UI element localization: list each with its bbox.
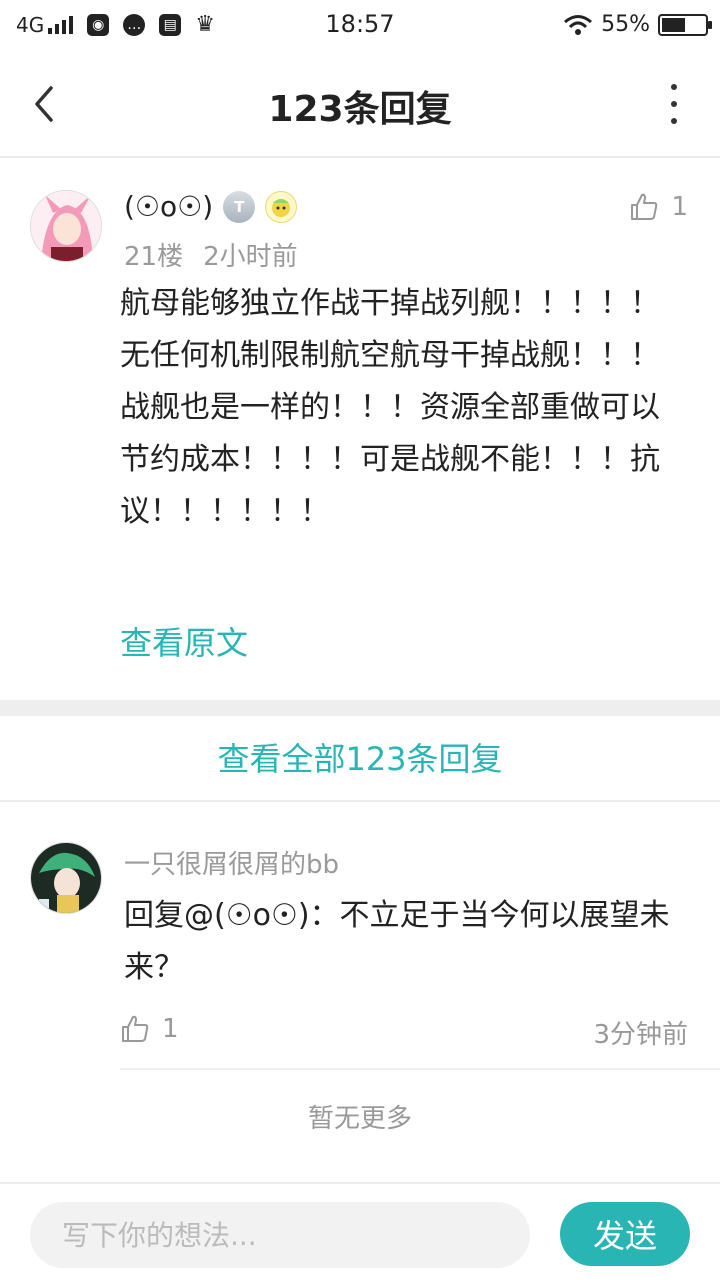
reply-time: 3分钟前 (593, 1020, 688, 1050)
avatar[interactable] (30, 190, 102, 262)
view-original-link[interactable]: 查看原文 (120, 618, 248, 664)
comment-composer: 发送 (0, 1182, 720, 1280)
view-all-replies-link[interactable]: 查看全部123条回复 (0, 716, 720, 802)
thumbs-up-icon (122, 1015, 149, 1042)
more-options-button[interactable] (668, 84, 680, 124)
level-badge: T (223, 190, 256, 223)
like-button[interactable]: 1 (120, 1014, 179, 1044)
section-gap (0, 700, 720, 716)
floor-number: 21楼 (124, 242, 184, 272)
thumbs-up-icon (631, 193, 658, 220)
comment-time: 2小时前 (203, 242, 298, 272)
main-comment: (☉o☉) T 21楼 2小时前 1 航母能够独立作战干掉战列舰！！！！！无任何… (0, 160, 720, 700)
send-button[interactable]: 发送 (560, 1202, 690, 1266)
divider (120, 1068, 720, 1070)
no-more-text: 暂无更多 (307, 1104, 412, 1134)
comment-meta: 21楼 2小时前 (124, 236, 298, 273)
reply-item: 一只很屑很屑的bb 回复@(☉o☉)：不立足于当今何以展望未来？ 1 3分钟前 (0, 804, 720, 1070)
status-bar: 4G ◉ … ▤ ♛ 18:57 55% (0, 0, 720, 50)
page-title: 123条回复 (268, 89, 452, 130)
comment-input[interactable] (30, 1202, 530, 1268)
comment-content: 航母能够独立作战干掉战列舰！！！！！无任何机制限制航空航母干掉战舰！！！战舰也是… (120, 286, 660, 529)
battery-percent: 55% (601, 12, 650, 37)
top-bar: 123条回复 (0, 50, 720, 158)
reply-content: 回复@(☉o☉)：不立足于当今何以展望未来？ (124, 898, 670, 985)
avatar[interactable] (30, 842, 102, 914)
user-row: (☉o☉) T (124, 190, 298, 223)
fan-badge-icon (265, 190, 298, 223)
more-vertical-icon (671, 84, 677, 90)
wifi-icon (564, 14, 593, 35)
status-right: 55% (563, 12, 712, 37)
reply-username[interactable]: 一只很屑很屑的bb (124, 844, 339, 881)
username[interactable]: (☉o☉) (124, 190, 213, 223)
like-count: 1 (162, 1014, 179, 1044)
like-count: 1 (671, 192, 688, 222)
like-button[interactable]: 1 (629, 192, 688, 222)
battery-icon (658, 13, 712, 36)
